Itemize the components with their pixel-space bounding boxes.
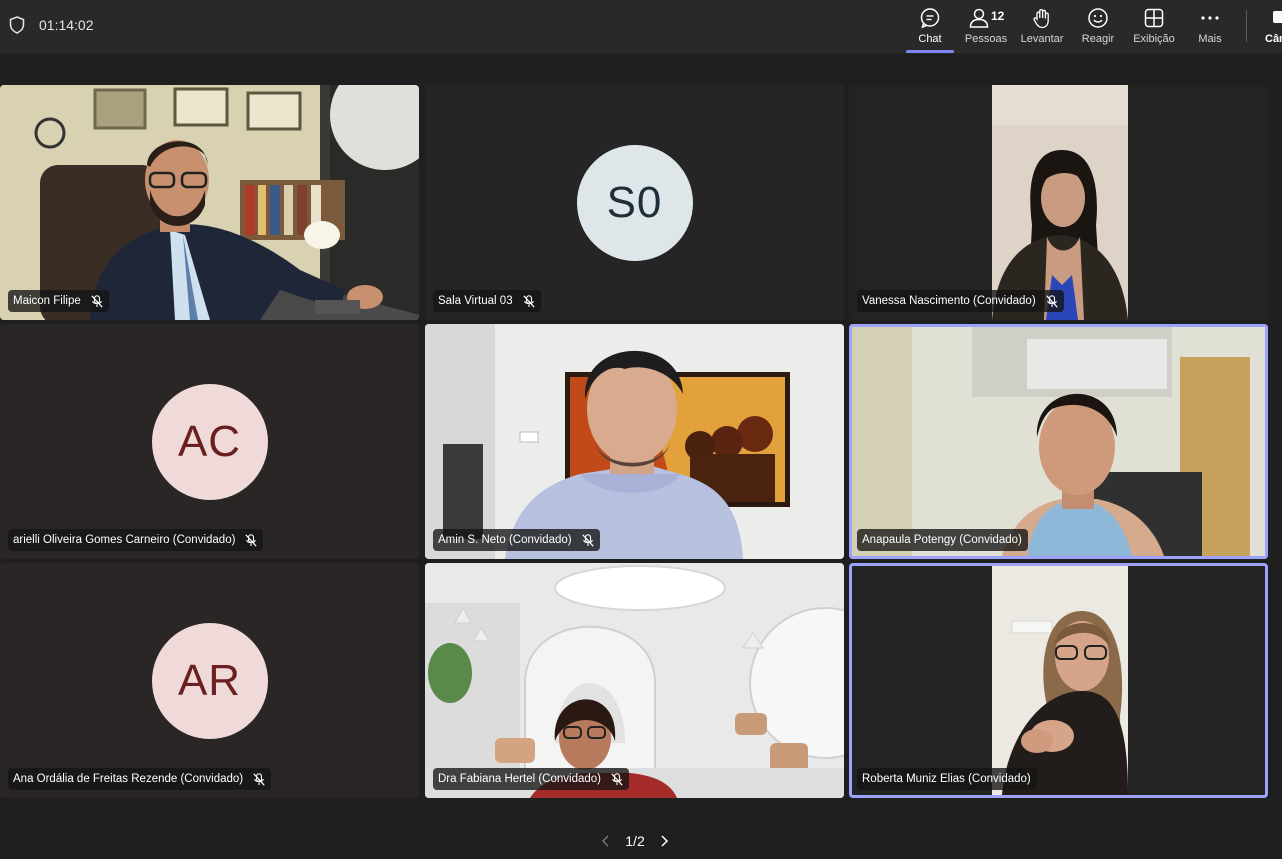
mic-off-icon [91, 294, 103, 308]
mic-off-icon [253, 772, 265, 786]
shield-icon [9, 16, 25, 34]
participant-name-tag: Vanessa Nascimento (Convidado) [857, 290, 1064, 312]
participant-name-tag: Dra Fabiana Hertel (Convidado) [433, 768, 629, 790]
camera-label: Câm [1265, 33, 1282, 45]
raise-hand-label: Levantar [1020, 33, 1064, 45]
gallery-pagination: 1/2 [600, 830, 670, 852]
grid-layout-icon [1144, 8, 1164, 28]
toolbar-divider [1246, 10, 1247, 42]
participant-tile[interactable]: S0 Sala Virtual 03 [425, 85, 844, 320]
people-label: Pessoas [964, 33, 1008, 45]
participant-name: Dra Fabiana Hertel (Convidado) [438, 773, 601, 785]
react-label: Reagir [1081, 33, 1115, 45]
participant-tile[interactable]: Amin S. Neto (Convidado) [425, 324, 844, 559]
raise-hand-button[interactable]: Levantar [1014, 0, 1070, 54]
participant-tile[interactable]: Maicon Filipe [0, 85, 419, 320]
chevron-right-icon[interactable] [658, 834, 670, 848]
participant-tile[interactable]: AR Ana Ordália de Freitas Rezende (Convi… [0, 563, 419, 798]
participant-name-tag: Amin S. Neto (Convidado) [433, 529, 600, 551]
participant-name-tag: Ana Ordália de Freitas Rezende (Convidad… [8, 768, 272, 790]
participant-name-tag: Maicon Filipe [8, 290, 109, 312]
mic-off-icon [522, 294, 535, 308]
more-label: Mais [1198, 33, 1222, 45]
hand-icon [1033, 9, 1049, 29]
participant-avatar: S0 [576, 144, 693, 261]
more-button[interactable]: Mais [1182, 0, 1238, 54]
participant-name: arielli Oliveira Gomes Carneiro (Convida… [13, 534, 236, 546]
participant-name: Vanessa Nascimento (Convidado) [862, 295, 1036, 307]
participant-name: Sala Virtual 03 [438, 295, 513, 307]
participant-name-tag: Anapaula Potengy (Convidado) [857, 529, 1028, 551]
participant-name: Ana Ordália de Freitas Rezende (Convidad… [13, 773, 244, 785]
participant-video [992, 566, 1128, 795]
participant-avatar: AR [151, 622, 268, 739]
participant-name: Anapaula Potengy (Convidado) [862, 534, 1022, 546]
mic-off-icon [1046, 294, 1058, 308]
participant-name: Maicon Filipe [13, 295, 81, 307]
mic-off-icon [581, 533, 594, 547]
participant-avatar: AC [151, 383, 268, 500]
camera-icon [1273, 11, 1282, 23]
smiley-icon [1088, 8, 1108, 28]
more-dots-icon [1201, 16, 1219, 20]
participant-tile[interactable]: Dra Fabiana Hertel (Convidado) [425, 563, 844, 798]
participant-tile-speaking[interactable]: Anapaula Potengy (Convidado) [849, 324, 1268, 559]
react-button[interactable]: Reagir [1070, 0, 1126, 54]
participant-video [425, 563, 844, 798]
meeting-timer: 01:14:02 [39, 17, 94, 33]
participant-tile[interactable]: Vanessa Nascimento (Convidado) [849, 85, 1268, 320]
mic-off-icon [611, 772, 623, 786]
chat-button[interactable]: Chat [902, 0, 958, 54]
camera-button[interactable]: Câm [1262, 0, 1282, 54]
view-label: Exibição [1133, 33, 1175, 45]
participant-tile[interactable]: AC arielli Oliveira Gomes Carneiro (Conv… [0, 324, 419, 559]
people-count: 12 [991, 9, 1005, 23]
participant-name: Amin S. Neto (Convidado) [438, 534, 572, 546]
mic-off-icon [245, 533, 258, 547]
chat-label: Chat [918, 33, 942, 45]
chat-icon [920, 8, 940, 29]
participant-name: Roberta Muniz Elias (Convidado) [862, 773, 1031, 785]
participant-video [852, 327, 1265, 556]
people-icon [969, 8, 989, 28]
participant-name-tag: arielli Oliveira Gomes Carneiro (Convida… [8, 529, 264, 551]
view-button[interactable]: Exibição [1126, 0, 1182, 54]
chevron-left-icon[interactable] [600, 834, 612, 848]
participant-name-tag: Sala Virtual 03 [433, 290, 541, 312]
participant-tile-speaking[interactable]: Roberta Muniz Elias (Convidado) [849, 563, 1268, 798]
page-indicator: 1/2 [625, 833, 645, 849]
participant-video [425, 324, 844, 559]
participant-video [0, 85, 419, 320]
people-button[interactable]: 12 Pessoas [958, 0, 1014, 54]
participant-name-tag: Roberta Muniz Elias (Convidado) [857, 768, 1037, 790]
participant-video [992, 85, 1128, 320]
meeting-header: 01:14:02 Chat 12 Pessoas Levantar Reagir… [0, 0, 1282, 55]
